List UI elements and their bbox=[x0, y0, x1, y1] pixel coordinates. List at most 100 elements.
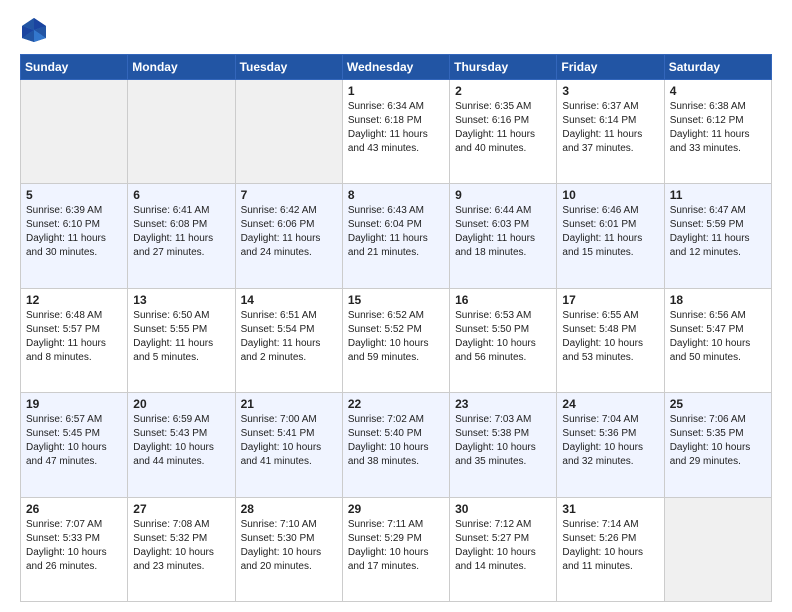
calendar-cell: 10 Sunrise: 6:46 AM Sunset: 6:01 PM Dayli… bbox=[557, 184, 664, 288]
day-number: 15 bbox=[348, 293, 444, 307]
day-number: 16 bbox=[455, 293, 551, 307]
calendar-week-5: 26 Sunrise: 7:07 AM Sunset: 5:33 PM Dayli… bbox=[21, 497, 772, 601]
day-number: 19 bbox=[26, 397, 122, 411]
day-number: 21 bbox=[241, 397, 337, 411]
day-info: Sunrise: 6:42 AM Sunset: 6:06 PM Dayligh… bbox=[241, 204, 337, 260]
day-number: 23 bbox=[455, 397, 551, 411]
day-info: Sunrise: 6:38 AM Sunset: 6:12 PM Dayligh… bbox=[670, 100, 766, 156]
day-number: 8 bbox=[348, 188, 444, 202]
day-info: Sunrise: 6:56 AM Sunset: 5:47 PM Dayligh… bbox=[670, 309, 766, 365]
calendar-cell bbox=[664, 497, 771, 601]
day-number: 24 bbox=[562, 397, 658, 411]
weekday-tuesday: Tuesday bbox=[235, 55, 342, 80]
day-info: Sunrise: 7:06 AM Sunset: 5:35 PM Dayligh… bbox=[670, 413, 766, 469]
calendar-cell: 8 Sunrise: 6:43 AM Sunset: 6:04 PM Daylig… bbox=[342, 184, 449, 288]
calendar-cell: 15 Sunrise: 6:52 AM Sunset: 5:52 PM Dayli… bbox=[342, 288, 449, 392]
calendar-week-4: 19 Sunrise: 6:57 AM Sunset: 5:45 PM Dayli… bbox=[21, 393, 772, 497]
calendar-cell: 4 Sunrise: 6:38 AM Sunset: 6:12 PM Daylig… bbox=[664, 80, 771, 184]
day-info: Sunrise: 6:59 AM Sunset: 5:43 PM Dayligh… bbox=[133, 413, 229, 469]
day-info: Sunrise: 6:46 AM Sunset: 6:01 PM Dayligh… bbox=[562, 204, 658, 260]
day-info: Sunrise: 7:14 AM Sunset: 5:26 PM Dayligh… bbox=[562, 518, 658, 574]
calendar-cell: 19 Sunrise: 6:57 AM Sunset: 5:45 PM Dayli… bbox=[21, 393, 128, 497]
day-info: Sunrise: 6:37 AM Sunset: 6:14 PM Dayligh… bbox=[562, 100, 658, 156]
calendar-cell: 6Sunrise: 6:41 AM Sunset: 6:08 PM Daylig… bbox=[128, 184, 235, 288]
calendar-cell: 1 Sunrise: 6:34 AM Sunset: 6:18 PM Daylig… bbox=[342, 80, 449, 184]
calendar-cell: 30Sunrise: 7:12 AM Sunset: 5:27 PM Dayli… bbox=[450, 497, 557, 601]
calendar-cell bbox=[235, 80, 342, 184]
calendar-cell: 25 Sunrise: 7:06 AM Sunset: 5:35 PM Dayli… bbox=[664, 393, 771, 497]
day-info: Sunrise: 7:04 AM Sunset: 5:36 PM Dayligh… bbox=[562, 413, 658, 469]
day-number: 2 bbox=[455, 84, 551, 98]
calendar-cell: 11Sunrise: 6:47 AM Sunset: 5:59 PM Dayli… bbox=[664, 184, 771, 288]
calendar-cell: 31 Sunrise: 7:14 AM Sunset: 5:26 PM Dayli… bbox=[557, 497, 664, 601]
day-number: 18 bbox=[670, 293, 766, 307]
day-number: 3 bbox=[562, 84, 658, 98]
calendar-cell: 26 Sunrise: 7:07 AM Sunset: 5:33 PM Dayli… bbox=[21, 497, 128, 601]
logo bbox=[20, 16, 52, 44]
day-info: Sunrise: 6:43 AM Sunset: 6:04 PM Dayligh… bbox=[348, 204, 444, 260]
day-number: 27 bbox=[133, 502, 229, 516]
day-info: Sunrise: 7:11 AM Sunset: 5:29 PM Dayligh… bbox=[348, 518, 444, 574]
weekday-sunday: Sunday bbox=[21, 55, 128, 80]
day-info: Sunrise: 6:52 AM Sunset: 5:52 PM Dayligh… bbox=[348, 309, 444, 365]
calendar-week-1: 1 Sunrise: 6:34 AM Sunset: 6:18 PM Daylig… bbox=[21, 80, 772, 184]
header bbox=[20, 16, 772, 44]
day-number: 29 bbox=[348, 502, 444, 516]
day-number: 9 bbox=[455, 188, 551, 202]
calendar-cell: 27Sunrise: 7:08 AM Sunset: 5:32 PM Dayli… bbox=[128, 497, 235, 601]
day-info: Sunrise: 6:57 AM Sunset: 5:45 PM Dayligh… bbox=[26, 413, 122, 469]
day-info: Sunrise: 7:00 AM Sunset: 5:41 PM Dayligh… bbox=[241, 413, 337, 469]
weekday-friday: Friday bbox=[557, 55, 664, 80]
day-number: 26 bbox=[26, 502, 122, 516]
calendar-cell: 17Sunrise: 6:55 AM Sunset: 5:48 PM Dayli… bbox=[557, 288, 664, 392]
day-info: Sunrise: 6:34 AM Sunset: 6:18 PM Dayligh… bbox=[348, 100, 444, 156]
day-number: 7 bbox=[241, 188, 337, 202]
day-number: 1 bbox=[348, 84, 444, 98]
day-info: Sunrise: 6:53 AM Sunset: 5:50 PM Dayligh… bbox=[455, 309, 551, 365]
calendar-cell: 28Sunrise: 7:10 AM Sunset: 5:30 PM Dayli… bbox=[235, 497, 342, 601]
day-info: Sunrise: 6:35 AM Sunset: 6:16 PM Dayligh… bbox=[455, 100, 551, 156]
calendar-cell: 3 Sunrise: 6:37 AM Sunset: 6:14 PM Daylig… bbox=[557, 80, 664, 184]
day-number: 31 bbox=[562, 502, 658, 516]
calendar-cell: 12Sunrise: 6:48 AM Sunset: 5:57 PM Dayli… bbox=[21, 288, 128, 392]
calendar-cell: 5 Sunrise: 6:39 AM Sunset: 6:10 PM Daylig… bbox=[21, 184, 128, 288]
day-number: 22 bbox=[348, 397, 444, 411]
day-info: Sunrise: 7:10 AM Sunset: 5:30 PM Dayligh… bbox=[241, 518, 337, 574]
calendar-cell: 18 Sunrise: 6:56 AM Sunset: 5:47 PM Dayli… bbox=[664, 288, 771, 392]
day-number: 11 bbox=[670, 188, 766, 202]
day-number: 14 bbox=[241, 293, 337, 307]
day-info: Sunrise: 7:02 AM Sunset: 5:40 PM Dayligh… bbox=[348, 413, 444, 469]
calendar-cell: 29 Sunrise: 7:11 AM Sunset: 5:29 PM Dayli… bbox=[342, 497, 449, 601]
calendar-cell bbox=[21, 80, 128, 184]
calendar-week-3: 12Sunrise: 6:48 AM Sunset: 5:57 PM Dayli… bbox=[21, 288, 772, 392]
day-number: 20 bbox=[133, 397, 229, 411]
calendar-cell: 14 Sunrise: 6:51 AM Sunset: 5:54 PM Dayli… bbox=[235, 288, 342, 392]
logo-icon bbox=[20, 16, 48, 44]
day-info: Sunrise: 6:48 AM Sunset: 5:57 PM Dayligh… bbox=[26, 309, 122, 365]
calendar-cell: 24 Sunrise: 7:04 AM Sunset: 5:36 PM Dayli… bbox=[557, 393, 664, 497]
weekday-saturday: Saturday bbox=[664, 55, 771, 80]
calendar-cell: 23Sunrise: 7:03 AM Sunset: 5:38 PM Dayli… bbox=[450, 393, 557, 497]
day-number: 13 bbox=[133, 293, 229, 307]
day-info: Sunrise: 7:12 AM Sunset: 5:27 PM Dayligh… bbox=[455, 518, 551, 574]
day-info: Sunrise: 6:44 AM Sunset: 6:03 PM Dayligh… bbox=[455, 204, 551, 260]
calendar-cell: 20 Sunrise: 6:59 AM Sunset: 5:43 PM Dayli… bbox=[128, 393, 235, 497]
calendar-cell: 16 Sunrise: 6:53 AM Sunset: 5:50 PM Dayli… bbox=[450, 288, 557, 392]
day-number: 17 bbox=[562, 293, 658, 307]
calendar-cell: 22 Sunrise: 7:02 AM Sunset: 5:40 PM Dayli… bbox=[342, 393, 449, 497]
calendar-cell: 13Sunrise: 6:50 AM Sunset: 5:55 PM Dayli… bbox=[128, 288, 235, 392]
weekday-wednesday: Wednesday bbox=[342, 55, 449, 80]
day-info: Sunrise: 6:51 AM Sunset: 5:54 PM Dayligh… bbox=[241, 309, 337, 365]
day-number: 5 bbox=[26, 188, 122, 202]
day-number: 25 bbox=[670, 397, 766, 411]
calendar-cell bbox=[128, 80, 235, 184]
day-number: 4 bbox=[670, 84, 766, 98]
calendar-cell: 2 Sunrise: 6:35 AM Sunset: 6:16 PM Daylig… bbox=[450, 80, 557, 184]
calendar-cell: 21 Sunrise: 7:00 AM Sunset: 5:41 PM Dayli… bbox=[235, 393, 342, 497]
day-info: Sunrise: 7:07 AM Sunset: 5:33 PM Dayligh… bbox=[26, 518, 122, 574]
calendar: SundayMondayTuesdayWednesdayThursdayFrid… bbox=[20, 54, 772, 602]
weekday-monday: Monday bbox=[128, 55, 235, 80]
day-number: 10 bbox=[562, 188, 658, 202]
day-info: Sunrise: 6:39 AM Sunset: 6:10 PM Dayligh… bbox=[26, 204, 122, 260]
weekday-header-row: SundayMondayTuesdayWednesdayThursdayFrid… bbox=[21, 55, 772, 80]
